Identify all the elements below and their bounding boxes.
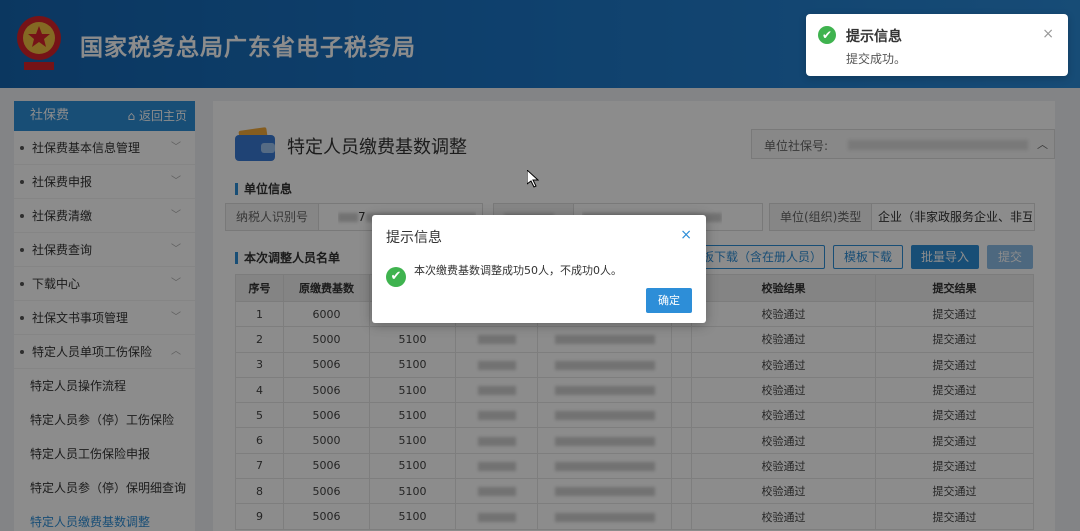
- toast-notification: ✔ 提示信息 提交成功。 ×: [806, 14, 1068, 76]
- success-check-icon: ✔: [818, 26, 836, 44]
- success-check-icon: ✔: [386, 267, 406, 287]
- toast-message: 提交成功。: [846, 52, 907, 66]
- dialog-message: 本次缴费基数调整成功50人，不成功0人。: [414, 264, 622, 277]
- dialog-title: 提示信息: [386, 230, 442, 246]
- mouse-cursor-icon: [527, 170, 539, 188]
- info-dialog: 提示信息 × ✔ 本次缴费基数调整成功50人，不成功0人。 确定: [372, 215, 706, 323]
- dialog-ok-button[interactable]: 确定: [646, 288, 692, 313]
- toast-title: 提示信息: [846, 29, 902, 45]
- toast-close-icon[interactable]: ×: [1042, 26, 1054, 42]
- dialog-close-icon[interactable]: ×: [680, 227, 692, 243]
